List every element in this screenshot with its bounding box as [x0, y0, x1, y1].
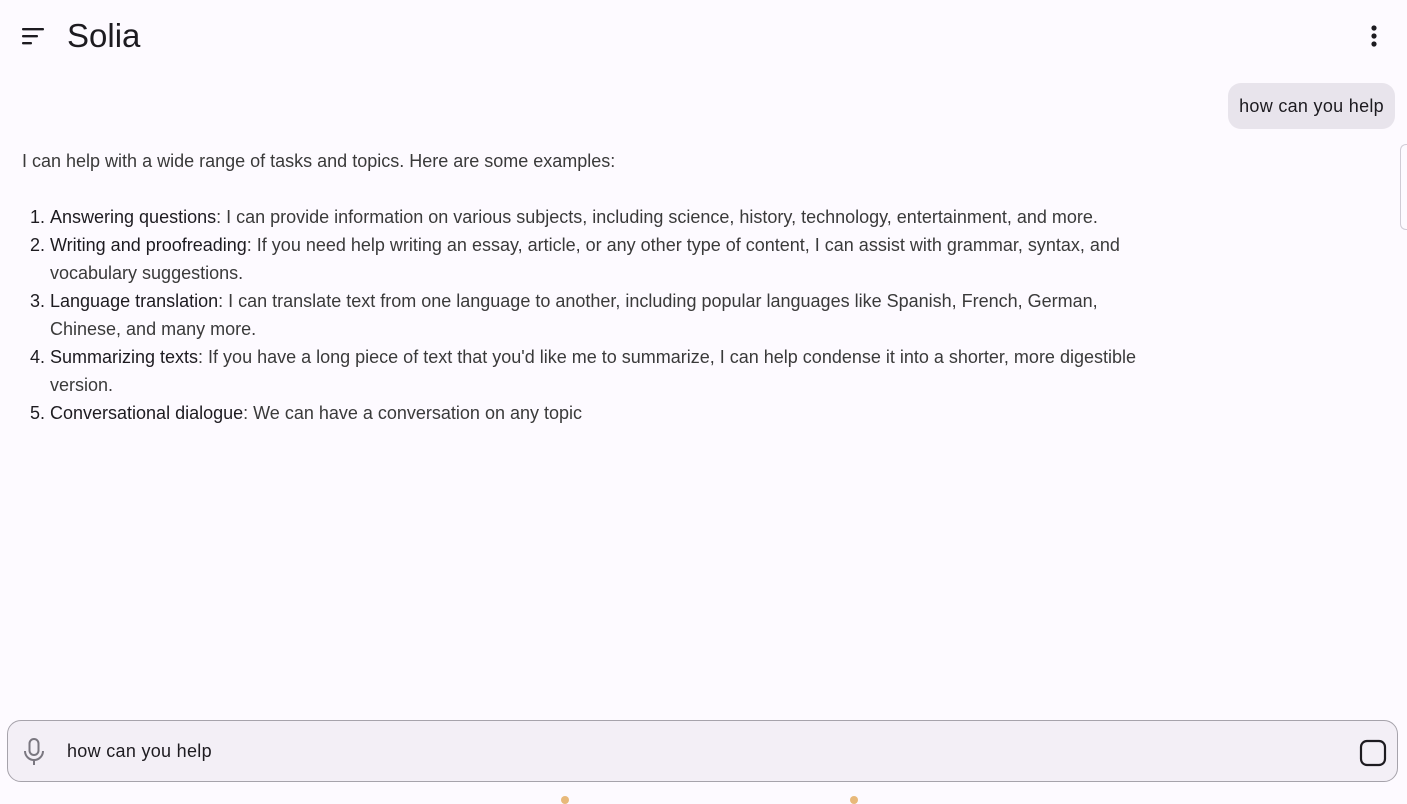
list-item: Summarizing texts: If you have a long pi…: [50, 343, 1152, 399]
list-item-term: Writing and proofreading: [50, 235, 247, 255]
top-app-bar: Solia: [0, 0, 1407, 72]
sort-menu-icon[interactable]: [14, 20, 50, 52]
app-title: Solia: [67, 17, 141, 54]
message-input[interactable]: [67, 734, 1337, 768]
list-item-term: Answering questions: [50, 207, 217, 227]
list-item-text: : We can have a conversation on any topi…: [243, 403, 583, 423]
reply-intro: I can help with a wide range of tasks an…: [22, 151, 616, 171]
indicator-dot: [561, 796, 569, 804]
microphone-icon[interactable]: [20, 736, 48, 768]
list-item: Writing and proofreading: If you need he…: [50, 231, 1152, 287]
list-item: Conversational dialogue: We can have a c…: [50, 399, 1152, 427]
side-panel-handle[interactable]: [1400, 144, 1407, 230]
list-item-text: : I can provide information on various s…: [216, 207, 1098, 227]
more-vert-icon[interactable]: [1358, 20, 1390, 52]
list-item: Answering questions: I can provide infor…: [50, 203, 1152, 231]
list-item-term: Language translation: [50, 291, 219, 311]
reply-list: Answering questions: I can provide infor…: [22, 203, 1152, 427]
list-item-term: Conversational dialogue: [50, 403, 244, 423]
user-message-bubble: how can you help: [1228, 83, 1395, 129]
list-item: Language translation: I can translate te…: [50, 287, 1152, 343]
assistant-reply: I can help with a wide range of tasks an…: [22, 147, 1152, 427]
indicator-dot: [850, 796, 858, 804]
list-item-term: Summarizing texts: [50, 347, 199, 367]
list-item-text: : If you have a long piece of text that …: [50, 347, 1136, 395]
stop-icon[interactable]: [1358, 738, 1388, 768]
message-composer: [7, 720, 1398, 782]
